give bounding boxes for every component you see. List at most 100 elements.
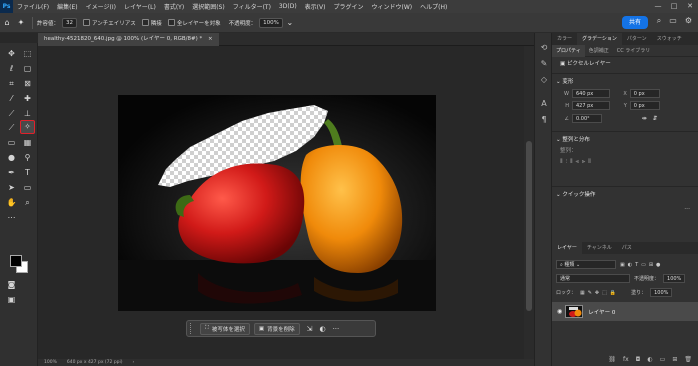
home-icon[interactable]: ⌂	[0, 16, 14, 30]
document-tab[interactable]: healthy-4521820_640.jpg @ 100% (レイヤー 0, …	[38, 33, 219, 46]
eraser-tool-icon[interactable]: ▭	[5, 137, 18, 148]
drag-handle[interactable]	[190, 323, 196, 334]
new-layer-icon[interactable]: ⊞	[672, 356, 677, 366]
vertical-scrollbar[interactable]	[524, 46, 534, 359]
rectangle-tool-icon[interactable]: ▭	[21, 182, 34, 193]
opacity-input[interactable]: 100%	[259, 17, 283, 28]
mask-icon[interactable]: ◘	[636, 356, 641, 366]
flip-horizontal-icon[interactable]: ⇹	[642, 115, 647, 122]
brush-tool-icon[interactable]: ⟋	[5, 108, 18, 119]
menu-image[interactable]: イメージ(I)	[82, 2, 120, 11]
artboard-tool-icon[interactable]: ⬚	[21, 48, 34, 59]
height-field[interactable]: 427 px	[572, 101, 610, 110]
scrollbar-thumb[interactable]	[526, 141, 532, 311]
dodge-tool-icon[interactable]: ⚲	[21, 152, 34, 163]
path-select-icon[interactable]: ➤	[5, 182, 18, 193]
clone-stamp-icon[interactable]: ⊥	[21, 108, 34, 119]
tab-properties[interactable]: プロパティ	[552, 44, 585, 57]
tab-cc-libraries[interactable]: CC ライブラリ	[613, 45, 655, 57]
pen-tool-icon[interactable]: ✒	[5, 167, 18, 178]
angle-field[interactable]: 0.00°	[572, 114, 602, 123]
close-window-button[interactable]: ✕	[682, 0, 698, 13]
hand-tool-icon[interactable]: ✋	[5, 197, 18, 208]
tolerance-input[interactable]: 32	[62, 17, 78, 28]
search-icon[interactable]: ⌕	[657, 16, 661, 26]
group-folder-icon[interactable]: ▭	[660, 356, 666, 366]
paragraph-panel-icon[interactable]: ¶	[539, 115, 549, 124]
move-tool-icon[interactable]: ✥	[5, 48, 18, 59]
frame-tool-icon[interactable]: ⊠	[21, 78, 34, 89]
menu-select[interactable]: 選択範囲(S)	[188, 2, 229, 11]
tab-pattern[interactable]: パターン	[622, 33, 652, 45]
tab-channels[interactable]: チャンネル	[582, 242, 617, 254]
menu-edit[interactable]: 編集(E)	[53, 2, 81, 11]
tab-swatches[interactable]: スウォッチ	[652, 33, 687, 45]
filter-icons[interactable]: ▣◐T▭⊞●	[620, 262, 663, 268]
close-tab-icon[interactable]: ×	[208, 36, 213, 42]
menu-filter[interactable]: フィルター(T)	[229, 2, 275, 11]
type-tool-icon[interactable]: T	[21, 167, 34, 178]
layer-kind-filter[interactable]: ⌕ 種類 ⌄	[556, 260, 616, 269]
marquee-tool-icon[interactable]: ▢	[21, 63, 34, 74]
zoom-readout[interactable]: 100%	[44, 359, 57, 366]
more-options-button[interactable]: ···	[333, 325, 340, 333]
quick-mask-icon[interactable]: ◙	[5, 279, 18, 290]
tab-color[interactable]: カラー	[552, 33, 577, 45]
more-options-icon[interactable]: ···	[684, 206, 690, 213]
menu-3d[interactable]: 3D(D)	[275, 3, 301, 10]
x-field[interactable]: 0 px	[629, 89, 660, 98]
menu-type[interactable]: 書式(Y)	[160, 2, 188, 11]
align-section[interactable]: ⌄ 整列と分布	[552, 134, 698, 146]
flip-vertical-icon[interactable]: ⇵	[653, 115, 658, 122]
zoom-tool-icon[interactable]: ⌕	[21, 197, 34, 208]
visibility-eye-icon[interactable]: ◉	[557, 308, 562, 315]
antialias-checkbox[interactable]	[83, 19, 91, 26]
menu-view[interactable]: 表示(V)	[301, 2, 330, 11]
gear-icon[interactable]: ⚙	[685, 16, 692, 26]
crop-tool-icon[interactable]: ⌗	[5, 78, 18, 89]
workspace-icon[interactable]: ▭	[669, 16, 677, 26]
fill-field[interactable]: 100%	[650, 288, 673, 297]
tab-adjustments[interactable]: 色調補正	[585, 45, 613, 57]
screen-mode-icon[interactable]: ▣	[5, 294, 18, 305]
magic-wand-preset-icon[interactable]: ✦	[14, 16, 28, 30]
transform-icon[interactable]: ⇲	[307, 325, 313, 333]
share-button[interactable]: 共有	[621, 16, 648, 29]
all-layers-checkbox[interactable]	[167, 19, 175, 26]
maximize-button[interactable]: □	[666, 0, 682, 13]
history-brush-icon[interactable]: ⟋	[5, 122, 18, 133]
chevron-down-icon[interactable]: ⌄	[283, 16, 297, 30]
minimize-button[interactable]: —	[650, 0, 666, 13]
layer-row[interactable]: ◉ レイヤー 0	[552, 302, 698, 321]
status-arrow-icon[interactable]: ›	[133, 359, 135, 366]
foreground-color-swatch[interactable]	[10, 255, 22, 267]
layer-opacity-field[interactable]: 100%	[663, 274, 686, 283]
transform-section[interactable]: ⌄ 変形	[552, 76, 698, 88]
eyedropper-tool-icon[interactable]: ⁄	[5, 93, 18, 104]
character-panel-icon[interactable]: A	[539, 99, 549, 108]
trash-icon[interactable]: 🗑	[684, 356, 692, 366]
remove-background-button[interactable]: ▣ 背景を削除	[253, 322, 300, 335]
more-tools-icon[interactable]: ⋯	[5, 212, 18, 223]
spot-healing-icon[interactable]: ✚	[21, 93, 34, 104]
cube-icon[interactable]: ◇	[539, 75, 549, 84]
menu-help[interactable]: ヘルプ(H)	[416, 2, 451, 11]
brush-settings-icon[interactable]: ✎	[539, 59, 549, 68]
magic-wand-tool-icon[interactable]: ✧	[20, 120, 35, 134]
quick-actions-section[interactable]: ⌄ クイック操作	[552, 189, 698, 201]
menu-file[interactable]: ファイル(F)	[13, 2, 53, 11]
align-buttons[interactable]: ⫴⫶⫴⫷⫸⫴	[552, 156, 698, 168]
tab-gradient[interactable]: グラデーション	[577, 33, 622, 45]
photoshop-logo[interactable]: Ps	[0, 0, 13, 13]
document-image[interactable]	[118, 95, 436, 311]
adjustment-layer-icon[interactable]: ◐	[647, 356, 652, 366]
blend-mode-select[interactable]: 通常	[556, 274, 630, 283]
blur-tool-icon[interactable]: ●	[5, 152, 18, 163]
select-subject-button[interactable]: ⛶ 被写体を選択	[200, 322, 250, 335]
menu-plugins[interactable]: プラグイン	[329, 2, 367, 11]
adjustment-icon[interactable]: ◐	[319, 325, 325, 333]
menu-layer[interactable]: レイヤー(L)	[120, 2, 160, 11]
y-field[interactable]: 0 px	[629, 101, 660, 110]
menu-window[interactable]: ウィンドウ(W)	[367, 2, 416, 11]
tab-layers[interactable]: レイヤー	[552, 242, 582, 254]
